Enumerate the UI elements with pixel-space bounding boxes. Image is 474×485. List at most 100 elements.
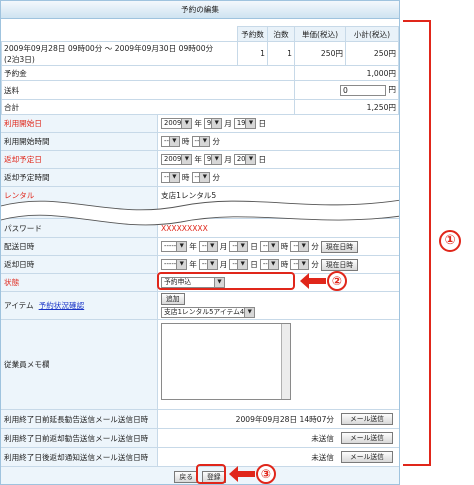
callout-three-arrow-icon [229, 466, 255, 482]
ship-day-select[interactable]: -- [229, 241, 249, 252]
retdt-month-select[interactable]: -- [198, 259, 218, 270]
send-mail-button-3[interactable]: メール送信 [341, 451, 393, 463]
callout-two-arrow-icon [300, 273, 326, 289]
memo-textarea[interactable] [161, 323, 291, 400]
start-date-row: 利用開始日 2009年 9月 19日 [1, 115, 399, 133]
callout-three-icon: ③ [256, 464, 276, 484]
unit-minute: 分 [212, 137, 220, 146]
memo-label: 従業員メモ欄 [1, 320, 158, 409]
retdt-hour-select[interactable]: -- [259, 259, 279, 270]
return-month-select[interactable]: 9 [203, 154, 223, 165]
shipping-label: 送料 [1, 80, 295, 100]
send-mail-button-1[interactable]: メール送信 [341, 413, 393, 425]
total-value: 1,250円 [294, 99, 399, 115]
return-year-select[interactable]: 2009 [161, 154, 193, 165]
return-minute-select[interactable]: -- [191, 172, 211, 183]
unit-day: 日 [250, 242, 258, 251]
window-title: 予約の編集 [1, 1, 399, 19]
unit-year: 年 [194, 155, 202, 164]
header-nights: 泊数 [267, 26, 295, 42]
total-label: 合計 [1, 99, 295, 115]
header-subtotal: 小計(税込) [345, 26, 399, 42]
ship-now-button[interactable]: 現在日時 [320, 240, 359, 253]
mail-label-2: 利用終了日前返却勧告送信メール送信日時 [1, 429, 158, 447]
retdt-day-select[interactable]: -- [229, 259, 249, 270]
send-mail-button-2[interactable]: メール送信 [341, 432, 393, 444]
return-time-row: 返却予定時間 --時 --分 [1, 169, 399, 187]
return-hour-select[interactable]: -- [161, 172, 180, 183]
unit-price-value: 250円 [294, 41, 346, 66]
mail-status-2: 未送信 [311, 433, 334, 443]
item-select[interactable]: 支店1レンタル5アイテム4 [161, 307, 256, 318]
mail-status-3: 未送信 [311, 452, 334, 462]
unit-minute: 分 [311, 242, 319, 251]
memo-row: 従業員メモ欄 [1, 320, 399, 410]
edit-reservation-window: 予約の編集 予約数 泊数 単価(税込) 小計(税込) 2009年09月28日 0… [0, 0, 400, 485]
ship-hour-select[interactable]: -- [259, 241, 279, 252]
mail-label-1: 利用終了日前延長勧告送信メール送信日時 [1, 410, 158, 428]
item-row: アイテム 予約状況確認 追加 支店1レンタル5アイテム4 [1, 292, 399, 320]
unit-year: 年 [194, 119, 202, 128]
ship-datetime-label: 配送日時 [1, 238, 158, 255]
return-day-select[interactable]: 20 [233, 154, 257, 165]
header-unit-price: 単価(税込) [294, 26, 346, 42]
shipping-cell: 0 円 [294, 80, 399, 100]
mail-row-2: 利用終了日前返却勧告送信メール送信日時 未送信 メール送信 [1, 429, 399, 448]
return-date-row: 返却予定日 2009年 9月 20日 [1, 151, 399, 169]
unit-minute: 分 [311, 260, 319, 269]
ship-year-select[interactable]: ----- [161, 241, 188, 252]
subtotal-value: 250円 [345, 41, 399, 66]
start-year-select[interactable]: 2009 [161, 118, 193, 129]
add-item-button[interactable]: 追加 [161, 293, 185, 305]
summary-header-blank [2, 27, 238, 42]
start-time-label: 利用開始時間 [1, 133, 158, 150]
ship-minute-select[interactable]: -- [290, 241, 310, 252]
reservation-period: 2009年09月28日 09時00分 ～ 2009年09月30日 09時00分(… [1, 41, 238, 66]
unit-day: 日 [250, 260, 258, 269]
item-label: アイテム [4, 301, 34, 310]
nights-value: 1 [267, 41, 295, 66]
back-button[interactable]: 戻る [174, 470, 198, 483]
unit-month: 月 [224, 119, 232, 128]
unit-hour: 時 [280, 242, 289, 251]
unit-month: 月 [224, 155, 232, 164]
start-date-label: 利用開始日 [1, 115, 158, 132]
shipping-input[interactable]: 0 [339, 84, 386, 96]
return-now-button[interactable]: 現在日時 [320, 258, 359, 271]
header-qty: 予約数 [237, 26, 268, 42]
deposit-label: 予約金 [1, 65, 295, 81]
unit-hour: 時 [280, 260, 289, 269]
mail-row-1: 利用終了日前延長勧告送信メール送信日時 2009年09月28日 14時07分 メ… [1, 410, 399, 429]
start-month-select[interactable]: 9 [203, 118, 223, 129]
callout-two-icon: ② [327, 271, 347, 291]
unit-hour: 時 [181, 137, 190, 146]
reservation-status-link[interactable]: 予約状況確認 [39, 300, 85, 311]
unit-month: 月 [219, 242, 228, 251]
start-hour-select[interactable]: -- [161, 136, 180, 147]
start-minute-select[interactable]: -- [191, 136, 211, 147]
callout-one-icon: ① [439, 230, 461, 252]
reservation-summary-table: 予約数 泊数 単価(税込) 小計(税込) 2009年09月28日 09時00分 … [1, 26, 399, 115]
deposit-value: 1,000円 [294, 65, 399, 81]
status-highlight-box [157, 272, 295, 290]
start-time-row: 利用開始時間 --時 --分 [1, 133, 399, 151]
start-day-select[interactable]: 19 [233, 118, 257, 129]
retdt-minute-select[interactable]: -- [290, 259, 310, 270]
mail-label-3: 利用終了日後返却通知送信メール送信日時 [1, 448, 158, 466]
ship-datetime-row: 配送日時 -----年 --月 --日 --時 --分 現在日時 [1, 238, 399, 256]
item-label-cell: アイテム 予約状況確認 [1, 292, 158, 319]
qty-value: 1 [237, 41, 268, 66]
register-highlight-box [196, 464, 226, 484]
return-datetime-label: 返却日時 [1, 256, 158, 273]
unit-day: 日 [258, 155, 267, 164]
mail-status-1: 2009年09月28日 14時07分 [235, 414, 334, 424]
unit-year: 年 [189, 260, 197, 269]
shipping-unit: 円 [388, 85, 396, 95]
memo-scrollbar[interactable] [281, 324, 290, 399]
torn-paper-overlay [1, 199, 399, 226]
return-date-label: 返却予定日 [1, 151, 158, 168]
unit-minute: 分 [212, 173, 220, 182]
unit-year: 年 [189, 242, 197, 251]
ship-month-select[interactable]: -- [198, 241, 218, 252]
retdt-year-select[interactable]: ----- [161, 259, 188, 270]
